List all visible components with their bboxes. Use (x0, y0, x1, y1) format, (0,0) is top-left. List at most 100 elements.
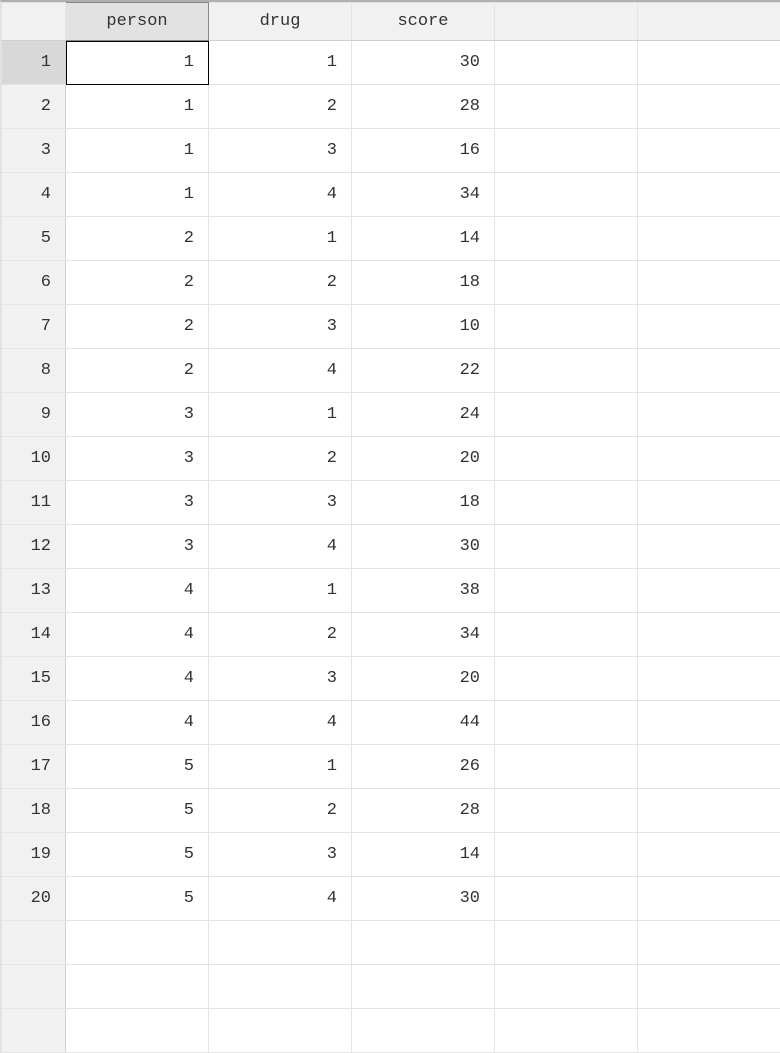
cell[interactable] (638, 261, 780, 305)
cell[interactable] (495, 525, 638, 569)
cell[interactable]: 1 (66, 85, 209, 129)
cell[interactable]: 4 (209, 701, 352, 745)
cell[interactable] (209, 965, 352, 1009)
cell[interactable] (495, 965, 638, 1009)
cell[interactable] (495, 833, 638, 877)
cell[interactable]: 24 (352, 393, 495, 437)
cell[interactable] (638, 965, 780, 1009)
column-header-score[interactable]: score (352, 3, 495, 41)
cell[interactable]: 4 (66, 657, 209, 701)
cell[interactable]: 2 (209, 613, 352, 657)
cell[interactable]: 2 (209, 789, 352, 833)
row-number[interactable]: 15 (2, 657, 66, 701)
cell[interactable]: 30 (352, 41, 495, 85)
cell[interactable]: 30 (352, 525, 495, 569)
cell[interactable] (638, 481, 780, 525)
cell[interactable] (638, 745, 780, 789)
cell[interactable] (495, 1009, 638, 1053)
cell[interactable] (495, 129, 638, 173)
cell[interactable]: 4 (66, 701, 209, 745)
cell[interactable]: 3 (66, 437, 209, 481)
cell[interactable]: 1 (209, 41, 352, 85)
cell[interactable]: 14 (352, 217, 495, 261)
row-number[interactable]: 8 (2, 349, 66, 393)
cell[interactable] (638, 173, 780, 217)
cell[interactable]: 26 (352, 745, 495, 789)
cell[interactable]: 38 (352, 569, 495, 613)
cell[interactable] (495, 217, 638, 261)
cell[interactable] (352, 965, 495, 1009)
cell[interactable]: 2 (66, 305, 209, 349)
row-number[interactable]: 9 (2, 393, 66, 437)
cell[interactable] (352, 1009, 495, 1053)
cell[interactable] (495, 481, 638, 525)
cell[interactable]: 1 (66, 173, 209, 217)
cell[interactable]: 4 (209, 173, 352, 217)
cell[interactable] (495, 657, 638, 701)
cell[interactable]: 3 (209, 129, 352, 173)
cell[interactable]: 16 (352, 129, 495, 173)
cell[interactable]: 2 (66, 261, 209, 305)
cell[interactable] (66, 921, 209, 965)
cell[interactable]: 20 (352, 657, 495, 701)
row-number[interactable] (2, 1009, 66, 1053)
cell[interactable]: 44 (352, 701, 495, 745)
cell[interactable]: 3 (209, 481, 352, 525)
cell[interactable] (638, 129, 780, 173)
column-header-person[interactable]: person (66, 3, 209, 41)
cell[interactable]: 10 (352, 305, 495, 349)
cell[interactable] (209, 921, 352, 965)
cell[interactable] (638, 393, 780, 437)
cell[interactable] (638, 525, 780, 569)
cell[interactable] (495, 437, 638, 481)
cell[interactable]: 3 (209, 833, 352, 877)
row-number[interactable]: 17 (2, 745, 66, 789)
row-number[interactable]: 7 (2, 305, 66, 349)
cell[interactable] (495, 789, 638, 833)
row-number[interactable]: 13 (2, 569, 66, 613)
cell[interactable] (638, 437, 780, 481)
cell[interactable] (638, 789, 780, 833)
cell[interactable]: 1 (66, 129, 209, 173)
cell[interactable] (638, 701, 780, 745)
cell[interactable] (495, 745, 638, 789)
cell[interactable]: 20 (352, 437, 495, 481)
cell[interactable]: 5 (66, 833, 209, 877)
row-number[interactable]: 14 (2, 613, 66, 657)
cell[interactable] (638, 305, 780, 349)
row-number[interactable]: 16 (2, 701, 66, 745)
row-number[interactable]: 20 (2, 877, 66, 921)
corner-cell[interactable] (2, 3, 66, 41)
cell[interactable]: 2 (209, 261, 352, 305)
row-number[interactable]: 3 (2, 129, 66, 173)
cell[interactable]: 3 (209, 305, 352, 349)
cell[interactable] (495, 349, 638, 393)
cell[interactable] (495, 85, 638, 129)
cell[interactable]: 28 (352, 789, 495, 833)
cell[interactable] (495, 613, 638, 657)
cell[interactable] (495, 173, 638, 217)
cell[interactable]: 34 (352, 173, 495, 217)
cell[interactable] (66, 1009, 209, 1053)
column-header-blank[interactable] (638, 3, 780, 41)
row-number[interactable]: 12 (2, 525, 66, 569)
row-number[interactable] (2, 965, 66, 1009)
row-number[interactable]: 10 (2, 437, 66, 481)
cell[interactable]: 3 (66, 393, 209, 437)
cell[interactable] (638, 921, 780, 965)
cell[interactable] (638, 613, 780, 657)
cell[interactable]: 2 (209, 85, 352, 129)
cell[interactable]: 2 (209, 437, 352, 481)
cell[interactable] (495, 569, 638, 613)
cell[interactable]: 4 (66, 613, 209, 657)
row-number[interactable]: 18 (2, 789, 66, 833)
cell[interactable]: 18 (352, 481, 495, 525)
cell[interactable]: 1 (209, 745, 352, 789)
cell[interactable]: 1 (209, 393, 352, 437)
cell[interactable] (495, 41, 638, 85)
row-number[interactable] (2, 921, 66, 965)
column-header-blank[interactable] (495, 3, 638, 41)
cell[interactable] (495, 921, 638, 965)
cell[interactable]: 30 (352, 877, 495, 921)
cell[interactable] (495, 393, 638, 437)
